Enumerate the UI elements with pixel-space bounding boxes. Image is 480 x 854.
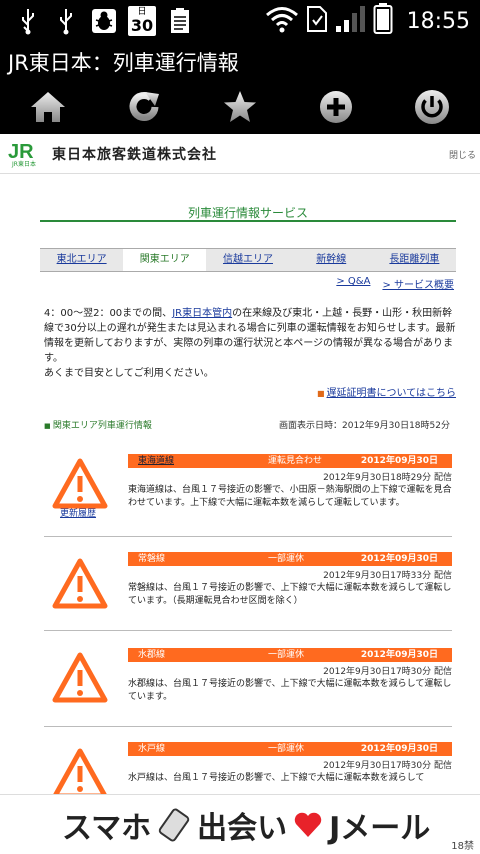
incident-date: 2012年09月30日 <box>360 744 438 754</box>
incident-date: 2012年09月30日 <box>360 650 438 660</box>
usb-icon <box>14 6 42 36</box>
toolbar <box>0 80 480 134</box>
area-tabs: 東北エリア 関東エリア 信越エリア 新幹線 長距離列車 <box>40 248 456 272</box>
debug-bug-icon <box>90 6 118 36</box>
home-icon <box>31 92 65 122</box>
update-history-link[interactable]: 更新履歴 <box>60 506 96 519</box>
tab-shinetsu[interactable]: 信越エリア <box>206 249 289 271</box>
power-icon <box>415 90 449 124</box>
ad-text-part1: スマホ <box>62 811 152 846</box>
issued-time: 2012年9月30日18時29分 配信 <box>323 473 452 483</box>
incident-text: 東海道線は、台風１７号接近の影響で、小田原－熱海駅間の上下線で運転を見合わせてい… <box>128 485 452 508</box>
delay-certificate-link[interactable]: 遅延証明書についてはこちら <box>317 384 457 399</box>
add-icon <box>320 91 352 123</box>
incident-status: 一部運休 <box>268 554 305 564</box>
bookmark-button[interactable] <box>192 80 288 134</box>
line-name: 常磐線 <box>138 554 166 564</box>
ad-text-part3: Jメール <box>329 811 431 846</box>
status-bar: 日 30 18:55 <box>0 0 480 42</box>
refresh-button[interactable] <box>96 80 192 134</box>
ad-banner[interactable]: スマホ 出会い Jメール 18禁 <box>0 794 480 854</box>
add-button[interactable] <box>288 80 384 134</box>
incident-text: 水戸線は、台風１７号接近の影響で、上下線で大幅に運転本数を減らして <box>128 773 425 783</box>
sub-links: > Q&A > サービス概要 <box>336 276 454 291</box>
signal-strength-icon <box>335 4 367 38</box>
line-name: 水郡線 <box>138 650 166 660</box>
clock-time: 18:55 <box>406 8 470 34</box>
usb-icon <box>52 6 80 36</box>
notification-icons: 日 30 <box>14 4 194 38</box>
issued-time: 2012年9月30日17時30分 配信 <box>323 667 452 677</box>
warning-icon <box>52 558 108 609</box>
sim-card-icon <box>305 4 329 38</box>
heart-icon <box>294 812 322 837</box>
incident-status: 運転見合わせ <box>268 456 323 466</box>
incident-divider <box>44 536 452 537</box>
intro-part3: あくまで目安としてご利用ください。 <box>44 368 214 379</box>
clipboard-icon <box>166 6 194 36</box>
company-name: 東日本旅客鉄道株式会社 <box>52 147 217 163</box>
tab-long-distance[interactable]: 長距離列車 <box>373 249 456 271</box>
service-title: 列車運行情報サービス <box>187 206 308 220</box>
line-name-link[interactable]: 東海道線 <box>138 454 174 468</box>
web-content[interactable]: JR JR東日本 東日本旅客鉄道株式会社 閉じる 列車運行情報サービス 東北エリ… <box>0 134 480 794</box>
qa-link[interactable]: > Q&A <box>336 276 370 291</box>
issued-time: 2012年9月30日17時30分 配信 <box>323 761 452 771</box>
incident-status: 一部運休 <box>268 650 305 660</box>
refresh-icon <box>129 92 159 121</box>
jr-logo[interactable]: JR JR東日本 <box>6 138 46 168</box>
ad-text: スマホ 出会い Jメール <box>62 803 430 847</box>
display-time: 画面表示日時：2012年9月30日18時52分 <box>279 421 450 431</box>
power-button[interactable] <box>384 80 480 134</box>
warning-icon <box>52 458 108 509</box>
title-divider <box>40 220 456 222</box>
ad-text-part2: 出会い <box>197 811 288 846</box>
incident-divider <box>44 726 452 727</box>
smartphone-icon <box>158 808 190 842</box>
battery-icon <box>373 3 393 39</box>
incident-divider <box>44 630 452 631</box>
wifi-icon <box>265 5 299 37</box>
svg-text:JR東日本: JR東日本 <box>11 160 36 168</box>
star-icon <box>224 91 256 122</box>
age-restriction-badge: 18禁 <box>451 841 474 852</box>
tab-tohoku[interactable]: 東北エリア <box>40 249 123 271</box>
incident-date: 2012年09月30日 <box>360 456 438 466</box>
service-overview-link[interactable]: > サービス概要 <box>382 276 454 291</box>
svg-text:JR: JR <box>8 141 34 163</box>
site-header: JR JR東日本 東日本旅客鉄道株式会社 閉じる <box>0 134 480 174</box>
tab-shinkansen[interactable]: 新幹線 <box>290 249 373 271</box>
warning-icon <box>53 748 107 794</box>
app-title-bar: JR東日本：列車運行情報 <box>0 42 480 80</box>
app-title: JR東日本：列車運行情報 <box>8 51 239 75</box>
incident-status: 一部運休 <box>268 744 305 754</box>
area-heading: 関東エリア列車運行情報 <box>44 418 152 431</box>
incident-header: 水郡線 一部運休 2012年09月30日 <box>128 648 452 662</box>
issued-time: 2012年9月30日17時33分 配信 <box>323 571 452 581</box>
home-button[interactable] <box>0 80 96 134</box>
tab-kanto[interactable]: 関東エリア <box>123 249 207 271</box>
system-indicators: 18:55 <box>265 3 470 39</box>
intro-text: 4：00～翌2：00までの間、JR東日本管内の在来線及び東北・上越・長野・山形・… <box>44 306 456 381</box>
close-link[interactable]: 閉じる <box>449 148 476 161</box>
jr-area-link[interactable]: JR東日本管内 <box>172 308 232 319</box>
calendar-icon: 日 30 <box>128 6 156 36</box>
incident-header: 常磐線 一部運休 2012年09月30日 <box>128 552 452 566</box>
warning-icon <box>52 652 108 703</box>
incident-date: 2012年09月30日 <box>360 554 438 564</box>
incident-text: 常磐線は、台風１７号接近の影響で、上下線で大幅に運転本数を減らして運転しています… <box>128 583 452 606</box>
intro-part1: 4：00～翌2：00までの間、 <box>44 308 173 319</box>
incident-header: 東海道線 運転見合わせ 2012年09月30日 <box>128 454 452 468</box>
incident-header: 水戸線 一部運休 2012年09月30日 <box>128 742 452 756</box>
line-name: 水戸線 <box>138 744 166 754</box>
incident-text: 水郡線は、台風１７号接近の影響で、上下線で大幅に運転本数を減らして運転しています… <box>128 679 452 702</box>
calendar-day: 30 <box>130 16 154 35</box>
